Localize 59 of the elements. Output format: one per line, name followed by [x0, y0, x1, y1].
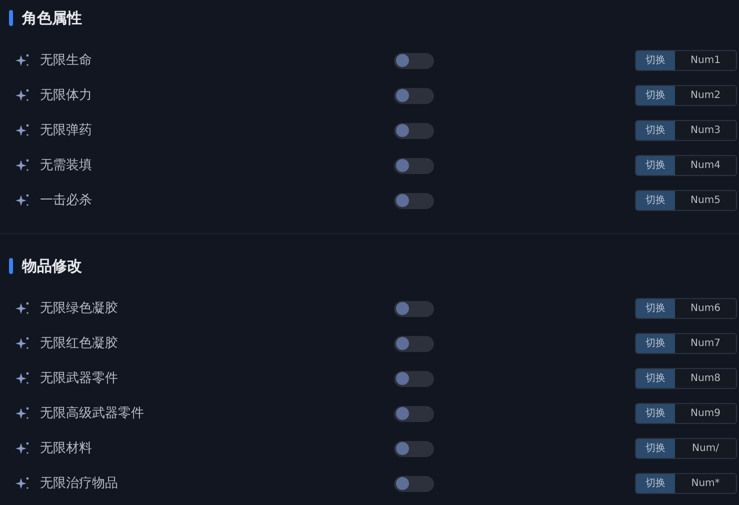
section-title: 角色属性	[22, 8, 82, 29]
option-label: 无限红色凝胶	[40, 334, 119, 353]
hotkey-label: Num3	[675, 121, 736, 140]
sparkle-icon	[15, 336, 30, 351]
option-label: 无限武器零件	[40, 370, 119, 388]
sparkle-icon	[15, 193, 30, 208]
toggle-switch[interactable]	[394, 440, 434, 456]
option-label: 无限生命	[40, 52, 93, 70]
hotkey-label: Num7	[675, 334, 736, 353]
sparkle-icon	[15, 301, 30, 316]
option-label: 无需装填	[40, 156, 93, 175]
toggle-hotkey-button[interactable]: 切换	[636, 51, 675, 70]
sparkle-icon	[15, 123, 30, 138]
hotkey-label: Num8	[675, 369, 736, 388]
hotkey-label: Num2	[675, 86, 736, 105]
toggle-hotkey-button[interactable]: 切换	[636, 156, 675, 175]
sparkle-icon	[15, 406, 30, 421]
hotkey-label: Num9	[675, 404, 736, 423]
toggle-hotkey-button[interactable]: 切换	[636, 369, 675, 388]
toggle-hotkey-button[interactable]: 切换	[636, 404, 675, 423]
toggle-switch[interactable]	[394, 52, 434, 68]
sparkle-icon	[15, 158, 30, 173]
hotkey-label: Num1	[675, 51, 736, 70]
hotkey-label: Num/	[675, 439, 736, 458]
toggle-hotkey-button[interactable]: 切换	[636, 191, 675, 210]
option-label: 无限高级武器零件	[40, 404, 145, 423]
toggle-hotkey-button[interactable]: 切换	[636, 334, 675, 353]
toggle-switch[interactable]	[394, 370, 434, 386]
toggle-switch[interactable]	[394, 406, 434, 422]
toggle-hotkey-button[interactable]: 切换	[636, 474, 675, 493]
hotkey-label: Num4	[675, 156, 736, 175]
toggle-hotkey-button[interactable]: 切换	[636, 439, 675, 458]
hotkey-label: Num5	[675, 191, 736, 210]
accent-bar-icon	[9, 258, 13, 274]
sparkle-icon	[15, 88, 30, 103]
option-label: 一击必杀	[40, 192, 93, 210]
toggle-switch[interactable]	[394, 122, 434, 138]
option-label: 无限治疗物品	[40, 474, 119, 493]
sparkle-icon	[15, 476, 30, 491]
toggle-switch[interactable]	[394, 88, 434, 104]
accent-bar-icon	[9, 10, 13, 26]
option-label: 无限材料	[40, 440, 93, 458]
toggle-switch[interactable]	[394, 158, 434, 174]
option-label: 无限体力	[40, 86, 93, 105]
hotkey-label: Num6	[675, 299, 736, 318]
toggle-hotkey-button[interactable]: 切换	[636, 299, 675, 318]
toggle-switch[interactable]	[394, 192, 434, 208]
sparkle-icon	[15, 371, 30, 386]
toggle-switch[interactable]	[394, 336, 434, 352]
toggle-switch[interactable]	[394, 476, 434, 492]
hotkey-label: Num*	[675, 474, 736, 493]
sparkle-icon	[15, 53, 30, 68]
toggle-switch[interactable]	[394, 300, 434, 316]
section-title: 物品修改	[22, 256, 82, 277]
sparkle-icon	[15, 441, 30, 456]
option-label: 无限绿色凝胶	[40, 300, 119, 318]
toggle-hotkey-button[interactable]: 切换	[636, 86, 675, 105]
option-label: 无限弹药	[40, 122, 93, 140]
toggle-hotkey-button[interactable]: 切换	[636, 121, 675, 140]
